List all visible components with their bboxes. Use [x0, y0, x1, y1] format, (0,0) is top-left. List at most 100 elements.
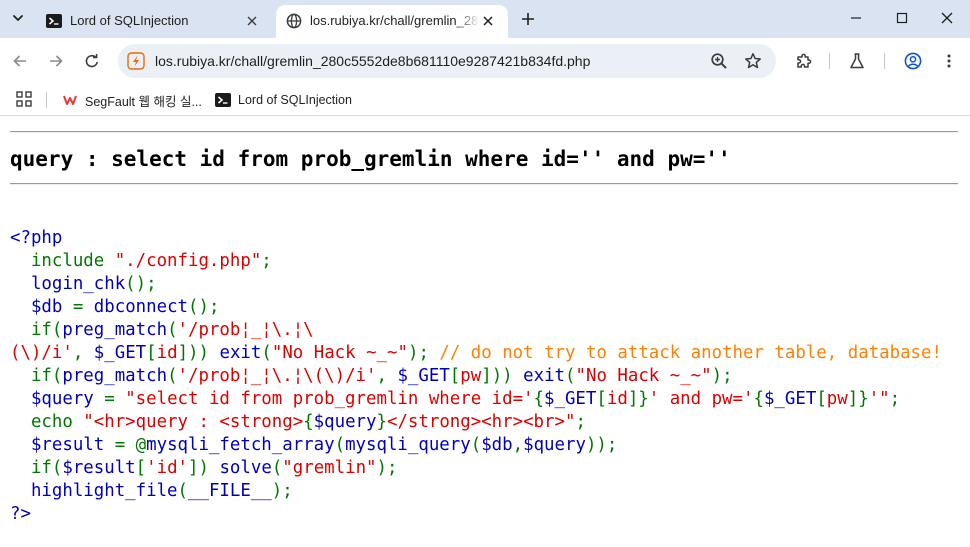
zoom-button[interactable]: [708, 50, 730, 72]
back-button[interactable]: [8, 49, 32, 73]
code-token: {: [303, 412, 314, 432]
segfault-icon: [62, 92, 78, 108]
minimize-icon: [851, 17, 861, 19]
menu-button[interactable]: [937, 49, 961, 73]
reload-button[interactable]: [80, 49, 104, 73]
code-token: {: [753, 389, 764, 409]
bookmark-segfault[interactable]: SegFault 웹 해킹 실...: [62, 88, 202, 112]
site-info-button[interactable]: [125, 50, 147, 72]
code-token: "select id from prob_gremlin where id=': [125, 389, 534, 409]
tab-gremlin[interactable]: los.rubiya.kr/chall/gremlin_280c5552de8b…: [276, 5, 508, 38]
code-line: highlight_file(__FILE__);: [10, 480, 942, 503]
address-bar[interactable]: los.rubiya.kr/chall/gremlin_280c5552de8b…: [118, 44, 776, 78]
code-token: ]}: [627, 389, 649, 409]
code-token: preg_match: [62, 366, 168, 386]
code-token: (: [261, 343, 272, 363]
code-token: include: [10, 251, 115, 271]
code-line: ?>: [10, 503, 942, 526]
code-token: '/prob¦_¦\.¦\(\)/i': [177, 366, 377, 386]
code-token: '": [868, 389, 890, 409]
php-source-code: <?php include "./config.php"; login_chk(…: [10, 227, 942, 526]
minimize-button[interactable]: [833, 0, 879, 36]
code-token: '/prob¦_¦\.¦\: [177, 320, 314, 340]
code-token: ;: [575, 412, 586, 432]
tab-search-button[interactable]: [6, 6, 30, 30]
code-token: __FILE__: [188, 481, 272, 501]
code-token: (\)/i': [10, 343, 73, 363]
code-token: if(: [10, 458, 63, 478]
code-token: ]): [188, 458, 220, 478]
code-token: $query: [313, 412, 377, 432]
code-token: = @: [114, 435, 147, 455]
code-token: );: [407, 343, 440, 363]
code-token: // do not try to attack another table, d…: [439, 343, 942, 363]
new-tab-button[interactable]: [518, 9, 538, 29]
code-token: [: [146, 343, 157, 363]
terminal-icon: [46, 13, 62, 29]
close-icon[interactable]: [480, 13, 496, 29]
code-token: $query: [10, 389, 105, 409]
puzzle-icon: [797, 53, 812, 68]
code-token: [: [596, 389, 607, 409]
code-token: mysqli_query: [345, 435, 471, 455]
code-line: $db = dbconnect();: [10, 296, 942, 319]
apps-button[interactable]: [15, 90, 33, 108]
toolbar-separator: [884, 53, 885, 69]
bookmark-label: Lord of SQLInjection: [238, 93, 352, 107]
close-icon[interactable]: [244, 13, 260, 29]
query-text: query : select id from prob_gremlin wher…: [10, 147, 731, 171]
horizontal-rule: [10, 183, 958, 185]
site-warning-icon: [127, 52, 145, 70]
code-token: (: [167, 320, 178, 340]
chevron-down-icon: [13, 15, 23, 21]
apps-grid-icon: [16, 91, 32, 107]
code-token: ();: [125, 274, 157, 294]
labs-button[interactable]: [845, 49, 869, 73]
forward-button[interactable]: [44, 49, 68, 73]
extensions-button[interactable]: [792, 49, 816, 73]
zoom-icon: [711, 53, 727, 69]
code-token: }: [376, 412, 387, 432]
bookmark-lord-of-sqlinjection[interactable]: Lord of SQLInjection: [215, 88, 352, 112]
code-token: {: [533, 389, 545, 409]
code-token: ;: [889, 389, 901, 409]
code-token: (: [271, 458, 283, 478]
bookmark-star-button[interactable]: [742, 50, 764, 72]
code-token: ]}: [847, 389, 869, 409]
url-text[interactable]: los.rubiya.kr/chall/gremlin_280c5552de8b…: [155, 53, 590, 69]
code-token: $db: [481, 435, 513, 455]
globe-icon: [286, 13, 302, 29]
code-token: 'id': [146, 458, 189, 478]
code-token: id: [156, 343, 178, 363]
code-line: if($result['id']) solve("gremlin");: [10, 457, 942, 480]
profile-button[interactable]: [901, 49, 925, 73]
code-token: ,: [72, 343, 94, 363]
tab-strip: Lord of SQLInjection los.rubiya.kr/chall…: [0, 0, 970, 38]
maximize-button[interactable]: [879, 0, 925, 36]
code-token: [: [135, 458, 147, 478]
code-token: exit: [523, 366, 566, 386]
code-line: (\)/i', $_GET[id])) exit("No Hack ~_~");…: [10, 342, 942, 365]
code-token: $db: [10, 297, 73, 317]
code-token: echo: [10, 412, 84, 432]
code-line: $query = "select id from prob_gremlin wh…: [10, 388, 942, 411]
code-token: =: [104, 389, 126, 409]
code-token: );: [271, 481, 293, 501]
code-token: (: [565, 366, 576, 386]
more-vert-icon: [947, 54, 951, 68]
code-token: pw: [826, 389, 848, 409]
profile-icon: [904, 52, 922, 70]
arrow-right-icon: [50, 55, 63, 67]
code-line: if(preg_match('/prob¦_¦\.¦\(\)/i', $_GET…: [10, 365, 942, 388]
code-token: <?php: [10, 228, 63, 248]
code-token: (: [167, 366, 178, 386]
code-token: if(: [10, 366, 63, 386]
code-token: ?>: [10, 504, 31, 524]
code-token: (: [334, 435, 346, 455]
code-token: ;: [261, 251, 272, 271]
arrow-left-icon: [13, 55, 26, 67]
toolbar-separator: [829, 53, 830, 69]
window-close-button[interactable]: [924, 0, 970, 36]
code-token: ,: [512, 435, 524, 455]
tab-lord-of-sqlinjection[interactable]: Lord of SQLInjection: [36, 5, 272, 38]
